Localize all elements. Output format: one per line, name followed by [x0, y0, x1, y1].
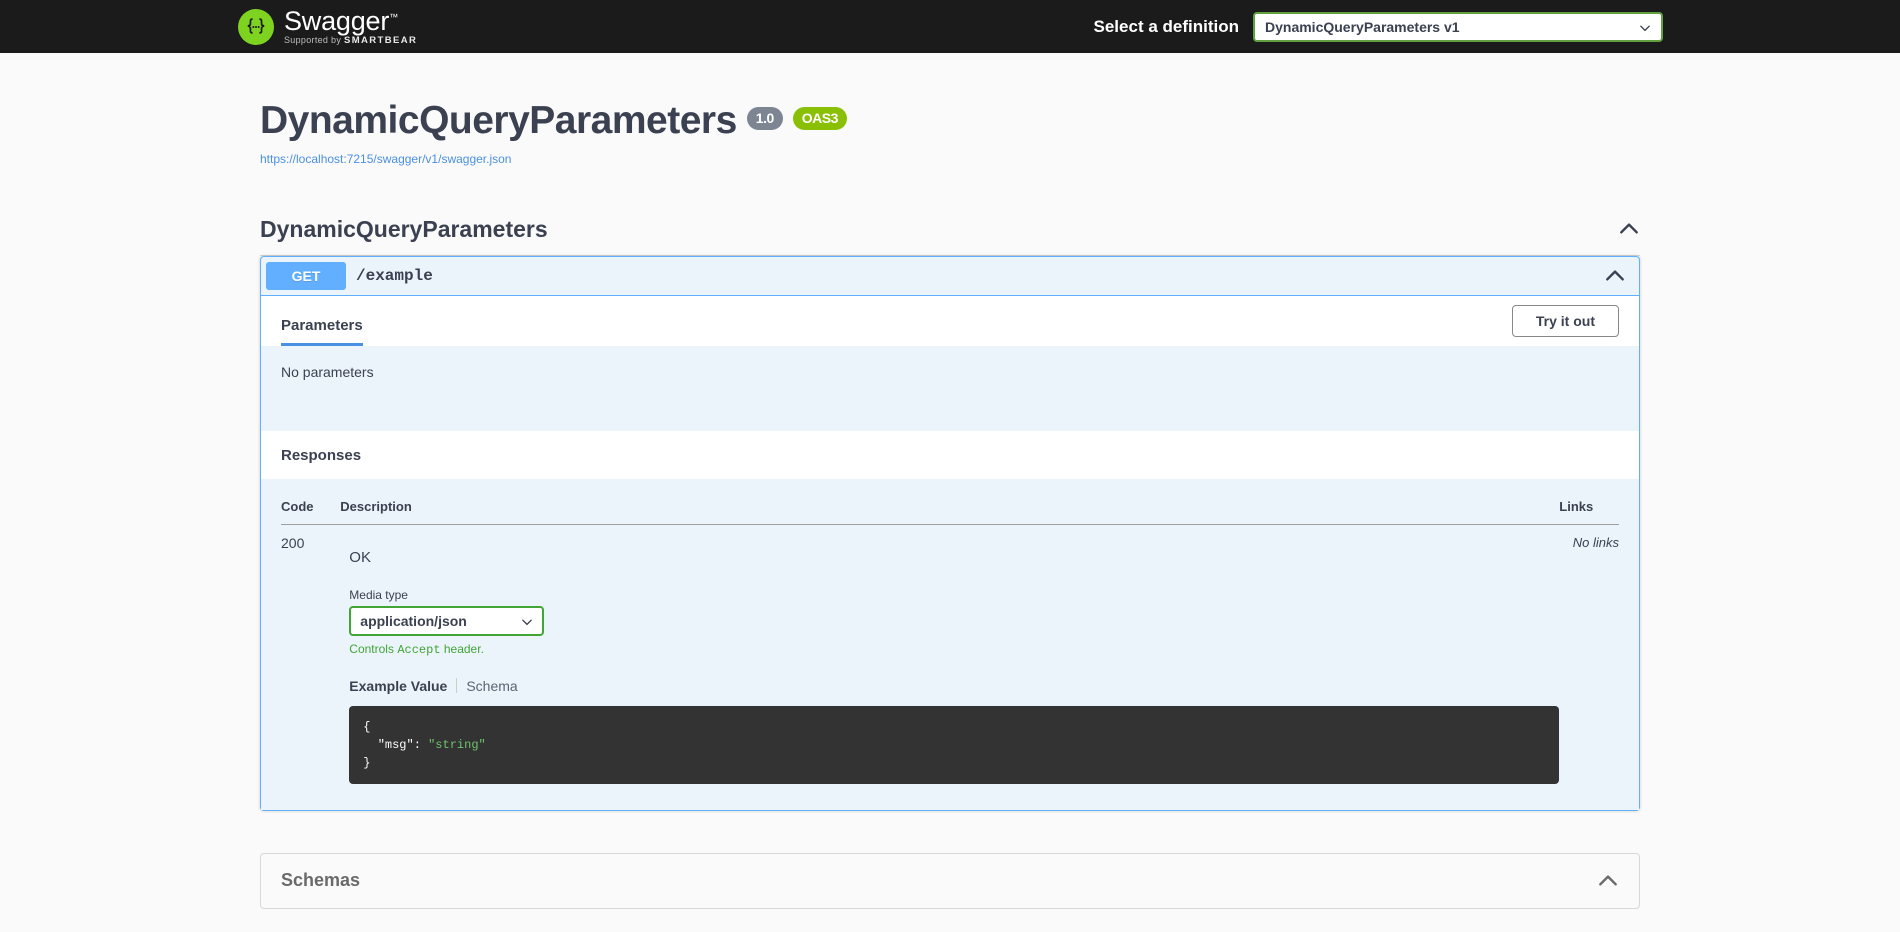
api-info: DynamicQueryParameters 1.0 OAS3 https://… — [260, 53, 1640, 178]
response-description-cell: OK Media type application/json — [340, 524, 1559, 784]
operation-body: Parameters Try it out No parameters Resp… — [261, 296, 1639, 810]
parameters-body: No parameters — [261, 346, 1639, 430]
response-code: 200 — [281, 524, 340, 784]
table-row: 200 OK Media type application/json — [281, 524, 1619, 784]
response-description: OK — [340, 535, 1559, 566]
accept-header-hint: Controls Accept header. — [349, 642, 1559, 657]
responses-header: Responses — [261, 430, 1639, 479]
code-value-string: "string" — [428, 738, 486, 752]
chevron-up-icon[interactable] — [1604, 265, 1634, 287]
media-type-select[interactable]: application/json — [349, 606, 544, 636]
responses-title: Responses — [281, 447, 361, 464]
operation-path: /example — [346, 267, 443, 285]
code-separator: : — [414, 738, 428, 752]
operation-summary[interactable]: GET /example — [261, 257, 1639, 296]
try-it-out-button[interactable]: Try it out — [1512, 305, 1619, 337]
page-title: DynamicQueryParameters 1.0 OAS3 — [260, 98, 1640, 145]
tag-name: DynamicQueryParameters — [260, 216, 548, 243]
version-badge: 1.0 — [747, 107, 783, 130]
definition-selector-group: Select a definition DynamicQueryParamete… — [1094, 12, 1900, 42]
response-links: No links — [1559, 524, 1619, 784]
swagger-logo-text: Swagger™ Supported by SMARTBEAR — [284, 8, 417, 46]
http-method-badge: GET — [266, 262, 346, 290]
tag-section: DynamicQueryParameters GET /example — [260, 216, 1640, 811]
accept-hint-prefix: Controls — [349, 642, 397, 656]
responses-table-head: Code Description Links — [281, 499, 1619, 525]
no-parameters-text: No parameters — [281, 364, 374, 380]
chevron-down-icon — [1639, 21, 1651, 33]
table-header-row: Code Description Links — [281, 499, 1619, 525]
accept-hint-code: Accept — [397, 643, 440, 657]
tab-schema[interactable]: Schema — [466, 678, 517, 694]
column-header-links: Links — [1559, 499, 1619, 525]
column-header-description: Description — [340, 499, 1559, 525]
code-key-msg: "msg" — [378, 738, 414, 752]
topbar: Swagger™ Supported by SMARTBEAR Select a… — [0, 0, 1900, 53]
parameters-header: Parameters Try it out — [261, 296, 1639, 346]
smartbear-brand: SMARTBEAR — [344, 35, 417, 46]
api-title-text: DynamicQueryParameters — [260, 98, 737, 145]
media-type-group: Media type application/json Con — [340, 566, 1559, 784]
accept-hint-suffix: header. — [441, 642, 484, 656]
swagger-logo-icon — [238, 9, 274, 45]
swagger-ui-page: DynamicQueryParameters 1.0 OAS3 https://… — [0, 53, 1900, 909]
responses-body: Code Description Links 200 OK — [261, 479, 1639, 810]
parameters-tabs: Parameters — [281, 307, 1512, 346]
schemas-section[interactable]: Schemas — [260, 853, 1640, 909]
responses-table: Code Description Links 200 OK — [281, 499, 1619, 784]
tab-example-value[interactable]: Example Value — [349, 678, 447, 694]
responses-table-body: 200 OK Media type application/json — [281, 524, 1619, 784]
code-line-close: } — [363, 756, 370, 770]
example-value-code[interactable]: { "msg": "string" } — [349, 706, 1559, 784]
logo-trademark: ™ — [389, 12, 398, 22]
spec-url-link[interactable]: https://localhost:7215/swagger/v1/swagge… — [260, 152, 511, 166]
oas-badge: OAS3 — [793, 107, 847, 130]
definition-select[interactable]: DynamicQueryParameters v1 — [1253, 12, 1663, 42]
schemas-title: Schemas — [281, 870, 360, 891]
supported-by-text: Supported by — [284, 35, 341, 45]
tag-header[interactable]: DynamicQueryParameters — [260, 216, 1640, 256]
example-tabs: Example Value Schema — [349, 678, 1559, 694]
content-wrapper: DynamicQueryParameters 1.0 OAS3 https://… — [240, 53, 1660, 909]
swagger-logo-link[interactable]: Swagger™ Supported by SMARTBEAR — [238, 8, 417, 46]
chevron-up-icon[interactable] — [1618, 218, 1640, 240]
definition-select-value: DynamicQueryParameters v1 — [1265, 19, 1460, 35]
tab-divider — [456, 678, 457, 693]
chevron-down-icon — [521, 615, 533, 627]
code-line-open: { — [363, 720, 370, 734]
operation-block-get-example: GET /example Parameters Try it out — [260, 256, 1640, 811]
select-definition-label: Select a definition — [1094, 17, 1239, 37]
media-type-value: application/json — [360, 613, 467, 629]
logo-wordmark: Swagger — [284, 6, 389, 36]
tab-parameters[interactable]: Parameters — [281, 307, 363, 346]
column-header-code: Code — [281, 499, 340, 525]
chevron-up-icon[interactable] — [1597, 870, 1619, 892]
media-type-label: Media type — [349, 588, 1559, 602]
